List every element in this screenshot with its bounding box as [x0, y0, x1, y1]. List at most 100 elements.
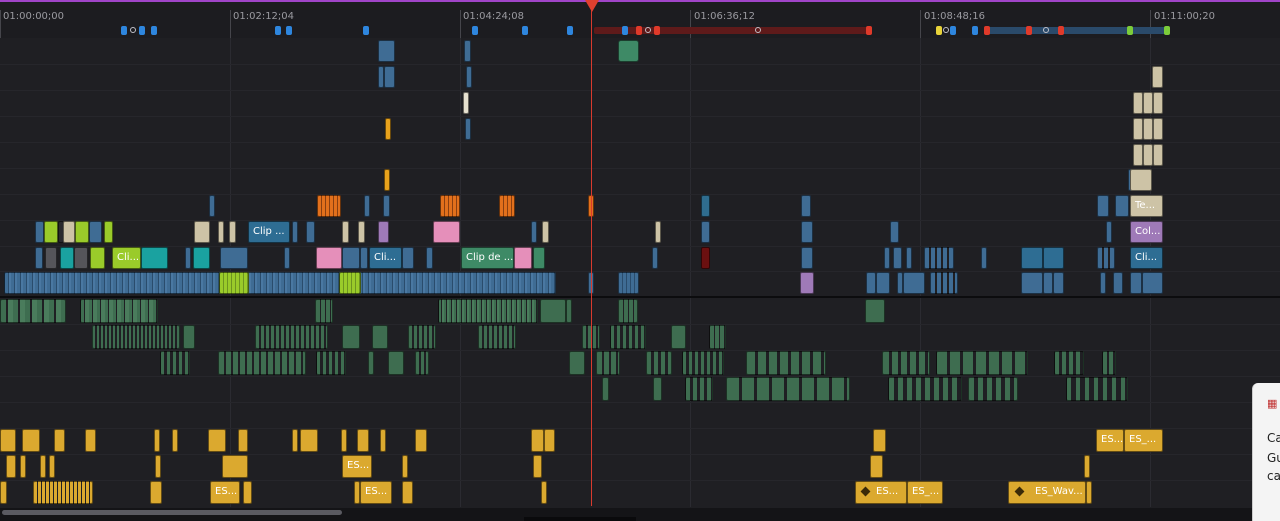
timeline-marker[interactable] [654, 26, 660, 35]
audio-clip[interactable] [865, 299, 885, 323]
music-clip[interactable] [85, 429, 96, 452]
video-clip-group[interactable] [4, 272, 556, 294]
video-clip[interactable] [981, 247, 987, 269]
video-clip[interactable] [284, 247, 290, 269]
video-clip[interactable] [465, 118, 471, 140]
audio-clip-group[interactable] [92, 325, 180, 349]
audio-clip[interactable] [408, 325, 436, 349]
music-clip[interactable] [20, 455, 26, 478]
timeline-marker[interactable] [622, 26, 628, 35]
music-clip[interactable] [238, 429, 248, 452]
audio-clip[interactable] [566, 299, 572, 323]
video-clip[interactable] [890, 221, 899, 243]
music-clip[interactable]: ES... [1096, 429, 1124, 452]
video-clip[interactable] [701, 221, 710, 243]
video-clip[interactable] [1153, 92, 1163, 114]
timeline-marker[interactable] [943, 27, 949, 33]
audio-clip[interactable] [415, 351, 429, 375]
video-clip[interactable] [35, 221, 44, 243]
video-clip[interactable] [193, 247, 210, 269]
timeline-marker[interactable] [472, 26, 478, 35]
audio-clip[interactable] [1102, 351, 1116, 375]
music-clip-group[interactable] [33, 481, 93, 504]
video-clip[interactable] [903, 272, 925, 294]
music-clip[interactable] [1086, 481, 1092, 504]
video-clip[interactable] [383, 195, 390, 217]
audio-clip-group[interactable] [255, 325, 328, 349]
timeline-marker[interactable] [1164, 26, 1170, 35]
audio-clip[interactable] [653, 377, 662, 401]
audio-clip[interactable] [610, 325, 646, 349]
audio-clip[interactable] [646, 351, 672, 375]
video-clip[interactable] [45, 247, 57, 269]
timeline-marker[interactable] [645, 27, 651, 33]
video-clip[interactable] [378, 40, 395, 62]
video-clip[interactable] [1133, 118, 1143, 140]
video-clip[interactable] [89, 221, 102, 243]
video-clip[interactable] [35, 247, 43, 269]
audio-clip-group[interactable] [218, 351, 306, 375]
timeline-marker[interactable] [936, 26, 942, 35]
music-clip[interactable] [1084, 455, 1090, 478]
audio-clip-group[interactable] [80, 299, 158, 323]
audio-clip[interactable] [596, 351, 620, 375]
video-clip[interactable] [104, 221, 113, 243]
music-clip[interactable]: ES_... [1124, 429, 1163, 452]
video-clip[interactable] [514, 247, 532, 269]
music-clip[interactable] [0, 481, 7, 504]
audio-clip[interactable] [316, 351, 346, 375]
video-clip[interactable] [433, 221, 460, 243]
video-clip[interactable] [384, 66, 395, 88]
video-clip[interactable] [342, 247, 360, 269]
music-clip[interactable] [402, 455, 408, 478]
music-clip[interactable] [54, 429, 65, 452]
timecode-ruler[interactable]: 01:00:00;00 01:02:12;04 01:04:24;08 01:0… [0, 0, 1280, 38]
video-clip[interactable] [499, 195, 515, 217]
video-clip[interactable] [219, 272, 249, 294]
video-clip[interactable] [1142, 272, 1163, 294]
audio-clip-group[interactable] [882, 351, 930, 375]
video-clip[interactable] [316, 247, 342, 269]
music-clip[interactable] [150, 481, 162, 504]
video-clip[interactable] [884, 247, 890, 269]
video-clip[interactable] [185, 247, 191, 269]
music-clip[interactable]: ES... [342, 455, 372, 478]
music-clip[interactable] [357, 429, 369, 452]
playhead-handle[interactable] [585, 0, 599, 12]
timeline-marker[interactable] [1026, 26, 1032, 35]
video-clip[interactable] [463, 92, 469, 114]
video-clip[interactable] [74, 247, 88, 269]
audio-clip[interactable] [160, 351, 190, 375]
audio-clip[interactable] [602, 377, 609, 401]
music-clip[interactable] [292, 429, 298, 452]
video-clip[interactable] [701, 247, 710, 269]
video-clip[interactable] [220, 247, 248, 269]
video-clip[interactable] [90, 247, 105, 269]
music-clip[interactable] [541, 481, 547, 504]
video-clip[interactable]: Te... [1130, 195, 1163, 217]
audio-clip[interactable] [709, 325, 726, 349]
video-clip[interactable] [906, 247, 912, 269]
music-clip[interactable] [531, 429, 544, 452]
video-clip[interactable] [1143, 92, 1153, 114]
video-clip[interactable] [342, 221, 349, 243]
music-clip[interactable]: ES... [210, 481, 240, 504]
timeline-marker[interactable] [755, 27, 761, 33]
audio-clip-group[interactable] [936, 351, 1028, 375]
audio-clip[interactable] [682, 351, 724, 375]
music-clip[interactable] [208, 429, 226, 452]
audio-clip[interactable] [478, 325, 516, 349]
video-clip[interactable] [652, 247, 658, 269]
audio-clip[interactable] [315, 299, 333, 323]
audio-clip[interactable] [618, 299, 638, 323]
timeline-marker[interactable] [567, 26, 573, 35]
video-clip[interactable] [1130, 272, 1142, 294]
music-clip[interactable] [22, 429, 40, 452]
video-clip[interactable] [701, 195, 710, 217]
video-clip[interactable]: Cli... [1130, 247, 1163, 269]
video-clip[interactable] [800, 272, 814, 294]
audio-clip[interactable] [342, 325, 360, 349]
video-clip[interactable] [378, 221, 389, 243]
video-clip[interactable] [801, 195, 811, 217]
timeline-marker[interactable] [130, 27, 136, 33]
